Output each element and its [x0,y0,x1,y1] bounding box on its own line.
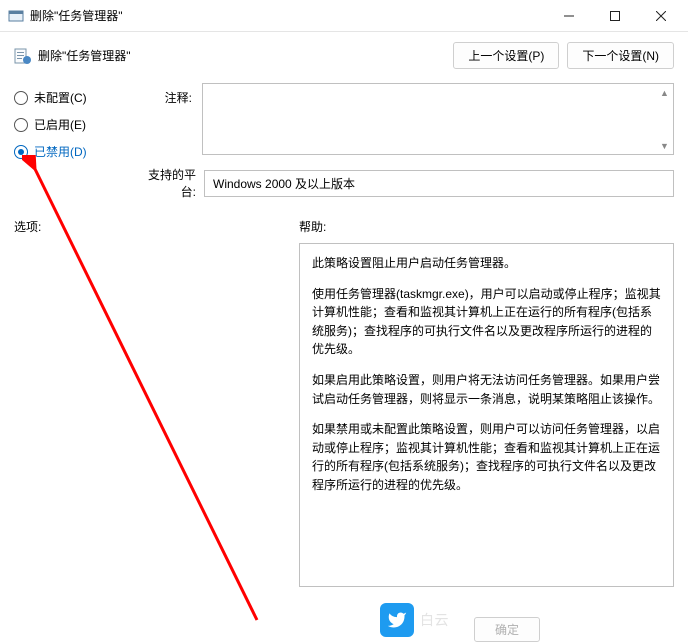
scroll-up-icon[interactable]: ▲ [657,85,672,100]
help-paragraph: 如果启用此策略设置，则用户将无法访问任务管理器。如果用户尝试启动任务管理器，则将… [312,371,661,408]
help-paragraph: 如果禁用或未配置此策略设置，则用户可以访问任务管理器，以启动或停止程序；监视其计… [312,420,661,494]
radio-label: 未配置(C) [34,89,87,106]
radio-icon [14,118,28,132]
help-paragraph: 此策略设置阻止用户启动任务管理器。 [312,254,661,273]
watermark-logo-icon [380,603,414,637]
next-setting-button[interactable]: 下一个设置(N) [567,42,674,69]
radio-not-configured[interactable]: 未配置(C) [14,89,134,106]
maximize-button[interactable] [592,0,638,32]
supported-on-value: Windows 2000 及以上版本 [204,170,674,197]
window-controls [546,0,684,32]
minimize-button[interactable] [546,0,592,32]
watermark: 白云 [380,601,678,639]
help-paragraph: 使用任务管理器(taskmgr.exe)，用户可以启动或停止程序；监视其计算机性… [312,285,661,359]
supported-on-label: 支持的平台: [134,166,204,200]
comment-label: 注释: [138,83,198,160]
comment-textarea[interactable]: ▲ ▼ [202,83,674,155]
policy-title: 删除"任务管理器" [38,47,131,64]
state-radio-group: 未配置(C) 已启用(E) 已禁用(D) [14,83,134,160]
radio-label: 已启用(E) [34,116,86,133]
window-icon [8,8,24,24]
scroll-down-icon[interactable]: ▼ [657,138,672,153]
header-row: 删除"任务管理器" 上一个设置(P) 下一个设置(N) [0,32,688,79]
help-text-box[interactable]: 此策略设置阻止用户启动任务管理器。 使用任务管理器(taskmgr.exe)，用… [299,243,674,587]
watermark-brand: 白云 [420,610,449,630]
title-bar: 删除"任务管理器" [0,0,688,32]
close-button[interactable] [638,0,684,32]
help-label: 帮助: [299,218,674,235]
window-title: 删除"任务管理器" [30,7,546,24]
radio-disabled[interactable]: 已禁用(D) [14,143,134,160]
options-label: 选项: [14,218,299,235]
radio-enabled[interactable]: 已启用(E) [14,116,134,133]
radio-label: 已禁用(D) [34,143,87,160]
radio-icon [14,145,28,159]
policy-icon [14,47,32,65]
previous-setting-button[interactable]: 上一个设置(P) [453,42,559,69]
radio-icon [14,91,28,105]
